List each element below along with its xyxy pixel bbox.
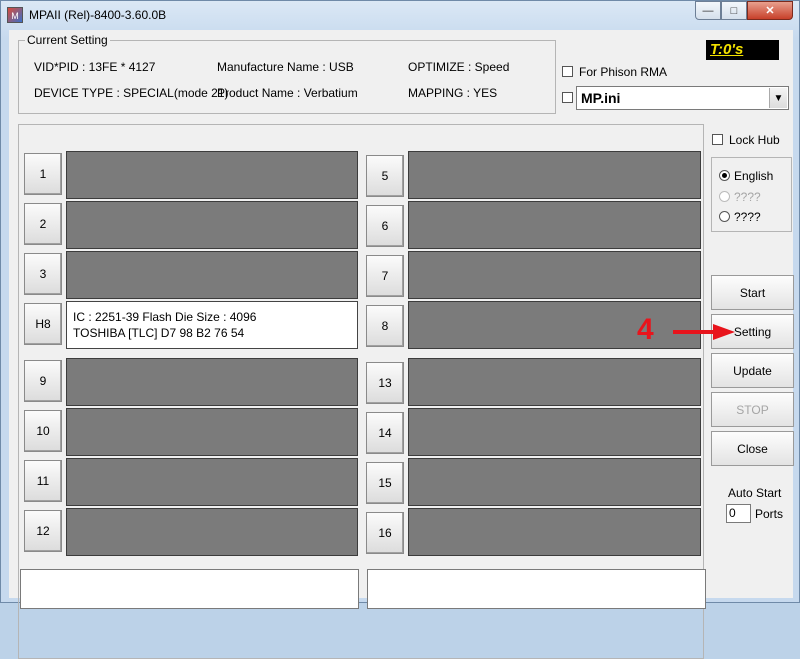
port-3-status xyxy=(66,251,358,299)
stop-button[interactable]: STOP xyxy=(711,392,794,427)
phison-rma-checkbox[interactable] xyxy=(562,66,573,77)
port-5-button[interactable]: 5 xyxy=(366,155,404,197)
port-2-button[interactable]: 2 xyxy=(24,203,62,245)
close-window-button[interactable]: ✕ xyxy=(747,1,793,20)
optimize-text: OPTIMIZE : Speed xyxy=(408,60,510,74)
ini-checkbox[interactable] xyxy=(562,92,573,103)
port-13-button[interactable]: 13 xyxy=(366,362,404,404)
port-5-status xyxy=(408,151,701,199)
port-h8-flash-info: TOSHIBA [TLC] D7 98 B2 76 54 xyxy=(73,326,245,340)
port-h8-button[interactable]: H8 xyxy=(24,303,62,345)
vid-pid-text: VID*PID : 13FE * 4127 xyxy=(34,60,156,74)
title-bar: M MPAII (Rel)-8400-3.60.0B — □ ✕ xyxy=(1,1,799,29)
phison-rma-label: For Phison RMA xyxy=(579,65,668,79)
auto-start-ports-input[interactable]: 0 xyxy=(726,504,751,523)
port-14-status xyxy=(408,408,701,456)
start-button[interactable]: Start xyxy=(711,275,794,310)
port-7-status xyxy=(408,251,701,299)
port-12-button[interactable]: 12 xyxy=(24,510,62,552)
port-6-status xyxy=(408,201,701,249)
english-label: English xyxy=(734,169,774,183)
ini-combo[interactable]: MP.ini ▼ xyxy=(576,86,789,110)
ini-combo-value: MP.ini xyxy=(581,90,621,106)
log-box-left xyxy=(20,569,359,609)
port-3-button[interactable]: 3 xyxy=(24,253,62,295)
current-setting-group: Current Setting VID*PID : 13FE * 4127 Ma… xyxy=(18,33,556,114)
client-area: Current Setting VID*PID : 13FE * 4127 Ma… xyxy=(9,30,794,659)
port-h8-ic-info: IC : 2251-39 Flash Die Size : 4096 xyxy=(73,310,257,324)
port-15-status xyxy=(408,458,701,506)
timer-display: T:0's xyxy=(706,40,779,60)
maximize-icon: □ xyxy=(730,4,738,17)
port-10-button[interactable]: 10 xyxy=(24,410,62,452)
close-icon: ✕ xyxy=(765,5,775,17)
current-setting-title: Current Setting xyxy=(25,33,110,47)
port-15-button[interactable]: 15 xyxy=(366,462,404,504)
port-7-button[interactable]: 7 xyxy=(366,255,404,297)
chevron-down-icon[interactable]: ▼ xyxy=(769,88,787,108)
minimize-icon: — xyxy=(702,4,714,17)
english-radio[interactable] xyxy=(719,170,730,181)
port-8-button[interactable]: 8 xyxy=(366,305,404,347)
lock-hub-checkbox[interactable] xyxy=(712,134,723,145)
manufacture-text: Manufacture Name : USB xyxy=(217,60,354,74)
port-1-button[interactable]: 1 xyxy=(24,153,62,195)
port-11-button[interactable]: 11 xyxy=(24,460,62,502)
close-button[interactable]: Close xyxy=(711,431,794,466)
app-icon: M xyxy=(7,7,23,23)
port-h8-status: IC : 2251-39 Flash Die Size : 4096 TOSHI… xyxy=(66,301,358,349)
port-11-status xyxy=(66,458,358,506)
log-box-right xyxy=(367,569,706,609)
product-name-text: Product Name : Verbatium xyxy=(217,86,358,100)
window-title: MPAII (Rel)-8400-3.60.0B xyxy=(29,8,167,22)
port-8-status xyxy=(408,301,701,349)
annotation-arrow-icon xyxy=(673,324,735,340)
ports-label: Ports xyxy=(755,507,784,521)
minimize-button[interactable]: — xyxy=(695,1,721,20)
port-1-status xyxy=(66,151,358,199)
port-9-status xyxy=(66,358,358,406)
port-16-status xyxy=(408,508,701,556)
maximize-button[interactable]: □ xyxy=(721,1,747,20)
language-2-label: ???? xyxy=(734,190,761,204)
port-13-status xyxy=(408,358,701,406)
language-3-label: ???? xyxy=(734,210,761,224)
annotation-step-number: 4 xyxy=(637,313,654,346)
port-9-button[interactable]: 9 xyxy=(24,360,62,402)
port-6-button[interactable]: 6 xyxy=(366,205,404,247)
language-2-radio[interactable] xyxy=(719,191,730,202)
language-3-radio[interactable] xyxy=(719,211,730,222)
lock-hub-label: Lock Hub xyxy=(729,133,780,147)
auto-start-label: Auto Start xyxy=(728,486,782,500)
mapping-text: MAPPING : YES xyxy=(408,86,498,100)
port-14-button[interactable]: 14 xyxy=(366,412,404,454)
port-2-status xyxy=(66,201,358,249)
port-16-button[interactable]: 16 xyxy=(366,512,404,554)
update-button[interactable]: Update xyxy=(711,353,794,388)
port-12-status xyxy=(66,508,358,556)
app-window: M MPAII (Rel)-8400-3.60.0B — □ ✕ Current… xyxy=(0,0,800,659)
port-10-status xyxy=(66,408,358,456)
device-type-text: DEVICE TYPE : SPECIAL(mode 21) xyxy=(34,86,229,100)
